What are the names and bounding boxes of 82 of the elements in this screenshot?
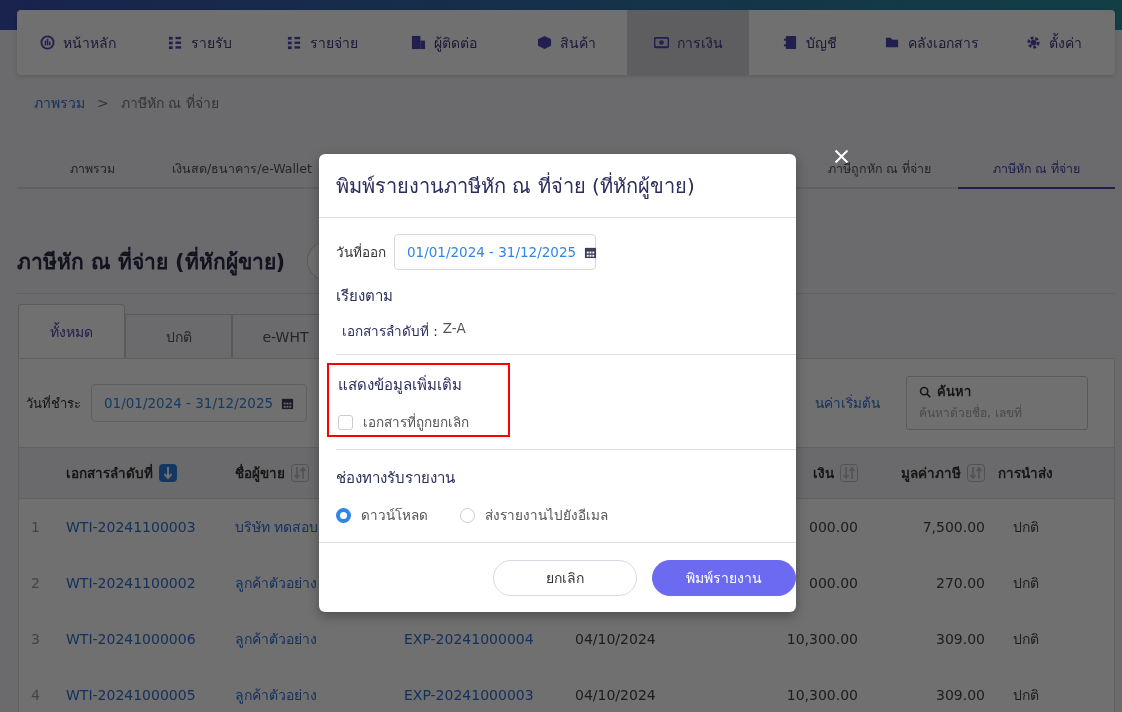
table-cell: 270.00	[936, 575, 985, 591]
sort-icon[interactable]	[967, 464, 985, 482]
table-cell: ปกติ	[1013, 519, 1039, 535]
breadcrumb-link[interactable]: ภาพรวม	[34, 92, 85, 114]
table-cell: 309.00	[936, 687, 985, 703]
table-cell: 309.00	[936, 631, 985, 647]
list-icon	[168, 35, 183, 50]
nav-item[interactable]: สินค้า	[505, 10, 627, 75]
table-cell: บริษัท ทดสอบ	[235, 519, 319, 535]
nav-item[interactable]: รายจ่าย	[261, 10, 383, 75]
table-cell: ลูกค้าตัวอย่าง	[235, 575, 317, 591]
table-cell: 10,300.00	[786, 687, 858, 703]
cancel-button[interactable]: ยกเลิก	[493, 560, 637, 596]
document-tab[interactable]: ทั้งหมด	[18, 304, 125, 358]
dashboard-icon	[40, 35, 55, 50]
checkbox[interactable]	[338, 414, 353, 430]
nav-item[interactable]: หน้าหลัก	[17, 10, 139, 75]
issue-date-label: วันที่ออก	[336, 242, 386, 262]
section-heading: ช่องทางรับรายงาน	[336, 468, 456, 489]
search-icon	[919, 385, 931, 398]
section-tab[interactable]: ภาษีหัก ณ ที่จ่าย	[958, 153, 1115, 189]
radio-label: ดาวน์โหลด	[361, 506, 428, 525]
table-cell: 7,500.00	[922, 519, 985, 535]
nav-item[interactable]: ตั้งค่า	[993, 10, 1115, 75]
list-icon	[286, 35, 302, 50]
column-header: มูลค่าภาษี	[901, 464, 961, 484]
section-heading: เรียงตาม	[336, 286, 394, 307]
building-icon	[411, 35, 426, 50]
column-header: ชื่อผู้ขาย	[235, 463, 285, 484]
column-header: เอกสารลำดับที่	[66, 463, 153, 483]
checkbox-label: เอกสารที่ถูกยกเลิก	[363, 412, 469, 433]
folder-icon	[885, 35, 900, 50]
page-title: ภาษีหัก ณ ที่จ่าย (ที่หักผู้ขาย)	[17, 244, 286, 278]
settings-icon	[1026, 35, 1041, 50]
table-cell: ลูกค้าตัวอย่าง	[235, 687, 317, 703]
reset-link[interactable]: นค่าเริ่มต้น	[815, 392, 880, 414]
table-cell: 04/10/2024	[575, 631, 656, 647]
table-cell: ปกติ	[1013, 631, 1039, 647]
document-link[interactable]: WTI-20241100002	[66, 575, 196, 591]
date-label: วันที่ชำระ	[26, 394, 81, 413]
book-icon	[783, 35, 798, 50]
table-cell: ปกติ	[1013, 687, 1039, 703]
section-tab[interactable]: เงินสด/ธนาคาร/e-Wallet	[167, 153, 317, 189]
table-cell: ลูกค้าตัวอย่าง	[235, 631, 317, 647]
section-tab[interactable]: ภาพรวม	[17, 153, 167, 189]
cash-icon	[653, 35, 669, 50]
calendar-icon	[584, 245, 598, 259]
radio-button[interactable]	[336, 507, 351, 523]
section-tab[interactable]: ภาษีถูกหัก ณ ที่จ่าย	[801, 153, 958, 189]
dialog-title: พิมพ์รายงานภาษีหัก ณ ที่จ่าย (ที่หักผู้ขาย)	[336, 171, 695, 201]
sort-icon[interactable]	[291, 464, 309, 482]
nav-item[interactable]: รายรับ	[139, 10, 261, 75]
sort-value: Z-A	[442, 320, 466, 338]
table-cell: 10,300.00	[786, 631, 858, 647]
nav-item[interactable]: การเงิน	[627, 10, 749, 75]
sort-icon[interactable]	[159, 464, 177, 482]
calendar-icon	[281, 396, 295, 410]
document-link[interactable]: EXP-20241000004	[404, 631, 534, 647]
document-link[interactable]: WTI-20241000006	[66, 631, 196, 647]
sort-label: เอกสารลำดับที่ :	[342, 321, 438, 341]
nav-item[interactable]: บัญชี	[749, 10, 871, 75]
radio-label: ส่งรายงานไปยังอีเมล	[485, 506, 608, 525]
table-cell: 000.00	[809, 519, 858, 535]
column-header: เงิน	[813, 464, 834, 483]
date-range-field[interactable]: 01/01/2024 - 31/12/2025	[394, 234, 596, 270]
breadcrumb-separator: >	[97, 95, 109, 111]
document-tab[interactable]: ปกติ	[125, 314, 232, 358]
sort-icon[interactable]	[840, 464, 858, 482]
table-cell: 04/10/2024	[575, 687, 656, 703]
table-cell: 000.00	[809, 575, 858, 591]
column-header: การนำส่ง	[998, 464, 1053, 483]
document-link[interactable]: WTI-20241100003	[66, 519, 196, 535]
document-link[interactable]: EXP-20241000003	[404, 687, 534, 703]
table-cell: ปกติ	[1013, 575, 1039, 591]
breadcrumb-current: ภาษีหัก ณ ที่จ่าย	[120, 93, 219, 113]
section-heading: แสดงข้อมูลเพิ่มเติม	[338, 374, 463, 396]
document-link[interactable]: WTI-20241000005	[66, 687, 196, 703]
date-range-field[interactable]: 01/01/2024 - 31/12/2025	[91, 384, 308, 422]
nav-item[interactable]: ผู้ติดต่อ	[383, 10, 505, 75]
print-button[interactable]: พิมพ์รายงาน	[652, 560, 796, 596]
box-icon	[536, 35, 552, 50]
nav-item[interactable]: คลังเอกสาร	[871, 10, 993, 75]
